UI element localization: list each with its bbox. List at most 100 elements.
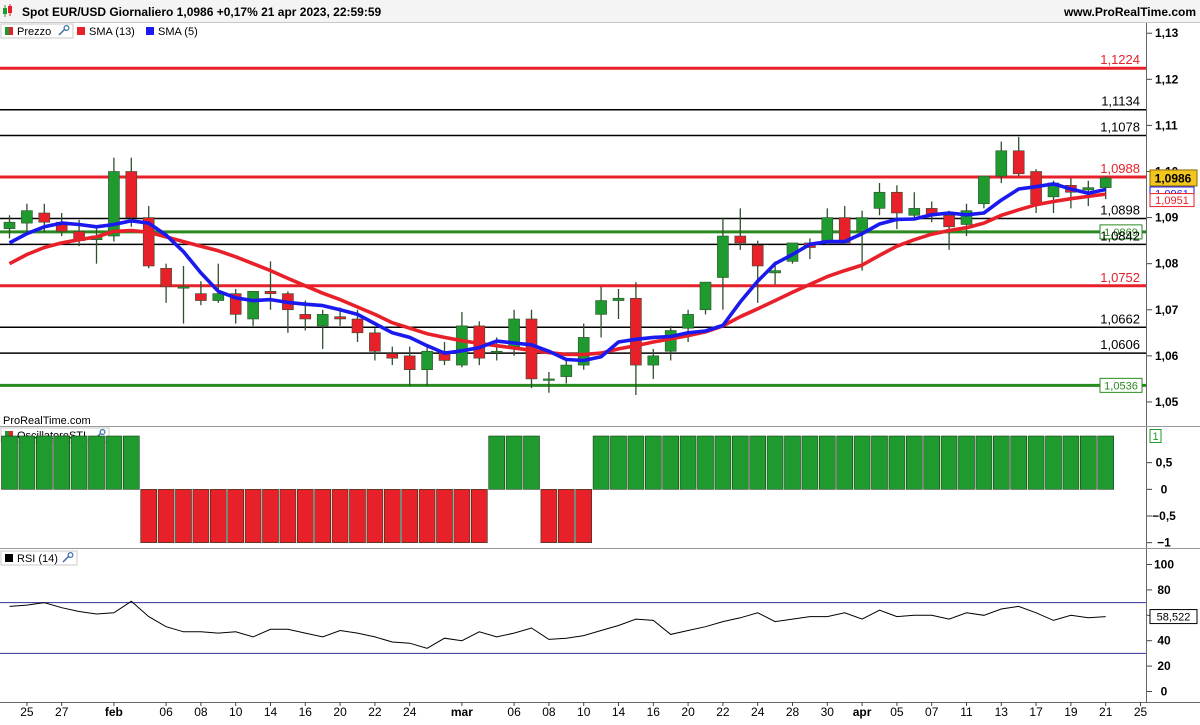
osc-bar-2023-04-06[interactable] [905, 435, 923, 490]
osc-bar-2023-01-26[interactable] [35, 435, 53, 490]
candle-body [647, 355, 660, 366]
osc-bar-2023-03-20[interactable] [679, 435, 697, 490]
candle-body [21, 210, 33, 224]
osc-bar-2023-01-27[interactable] [53, 435, 71, 490]
candle-body [734, 235, 747, 244]
rsi-legend[interactable]: RSI (14) [0, 550, 78, 566]
osc-bar-2023-02-13[interactable] [244, 489, 262, 543]
osc-bar-2023-02-03[interactable] [140, 489, 157, 543]
osc-bar-2023-03-07[interactable] [523, 435, 540, 490]
candle-body [595, 300, 607, 315]
osc-bar-2023-03-28[interactable] [784, 435, 801, 490]
osc-bar-2023-02-17[interactable] [314, 489, 332, 543]
osc-bar-2023-02-24[interactable] [401, 489, 419, 543]
osc-bar-2023-02-02[interactable] [123, 435, 140, 490]
osc-bar-2023-02-23[interactable] [383, 489, 401, 543]
osc-bar-2023-03-10[interactable] [575, 489, 593, 543]
osc-bar-2023-02-20[interactable] [331, 489, 349, 543]
osc-tick-label: −1 [1157, 536, 1171, 550]
osc-bar-2023-03-27[interactable] [766, 435, 784, 490]
osc-bar-2023-02-01[interactable] [105, 435, 123, 490]
osc-bar-2023-03-15[interactable] [627, 435, 645, 490]
osc-bar-2023-02-09[interactable] [210, 489, 227, 543]
x-tick-label: 14 [612, 705, 626, 719]
osc-bar-2023-03-01[interactable] [453, 489, 471, 543]
osc-bar-2023-04-14[interactable] [1010, 435, 1028, 490]
candle-body [3, 221, 16, 229]
x-tick-label: 19 [1064, 705, 1078, 719]
osc-bar-2023-04-21[interactable] [1097, 435, 1114, 490]
x-tick-label: 16 [647, 705, 661, 719]
osc-bar-2023-03-13[interactable] [592, 435, 610, 490]
osc-bar-2023-03-21[interactable] [697, 435, 714, 490]
candle-body [456, 325, 468, 366]
osc-bar-2023-02-21[interactable] [349, 489, 366, 543]
candle-body [369, 332, 381, 352]
candle-body [821, 217, 834, 241]
candle-body [891, 191, 903, 214]
osc-bar-2023-03-09[interactable] [557, 489, 575, 543]
level-label-0: 1,1224 [1100, 52, 1140, 67]
brand-link[interactable]: www.ProRealTime.com [1063, 5, 1196, 19]
osc-bar-2023-03-06[interactable] [505, 435, 523, 490]
x-tick-label: 24 [751, 705, 765, 719]
osc-bar-2023-03-02[interactable] [470, 489, 488, 543]
osc-bar-2023-03-29[interactable] [801, 435, 819, 490]
osc-bar-2023-04-19[interactable] [1062, 435, 1080, 490]
osc-bar-2023-01-24[interactable] [1, 435, 18, 490]
osc-bar-2023-04-13[interactable] [992, 435, 1010, 490]
osc-bar-2023-03-08[interactable] [540, 489, 558, 543]
x-tick-label: 13 [995, 705, 1009, 719]
osc-bar-2023-01-30[interactable] [70, 435, 88, 490]
osc-bar-2023-03-16[interactable] [644, 435, 662, 490]
osc-bar-2023-01-31[interactable] [88, 435, 105, 490]
candle-body [490, 350, 503, 354]
osc-bar-2023-03-17[interactable] [662, 435, 680, 490]
header-bar: Spot EUR/USD Giornaliero 1,0986 +0,17% 2… [0, 0, 1200, 23]
osc-bar-2023-04-20[interactable] [1080, 435, 1097, 490]
candle-2023-03-21[interactable] [699, 281, 712, 315]
x-tick-label: 30 [821, 705, 835, 719]
osc-bar-2023-02-06[interactable] [157, 489, 175, 543]
osc-bar-2023-02-15[interactable] [279, 489, 297, 543]
osc-bar-2023-03-14[interactable] [610, 435, 627, 490]
candle-body [386, 353, 399, 359]
osc-bar-2023-02-16[interactable] [296, 489, 314, 543]
current-price-label: 1,0986 [1155, 171, 1192, 185]
osc-bar-2023-03-30[interactable] [818, 435, 836, 490]
background [0, 0, 1200, 720]
osc-bar-2023-04-17[interactable] [1027, 435, 1045, 490]
osc-bar-2023-02-10[interactable] [227, 489, 244, 543]
legend-sma5-label: SMA (5) [158, 26, 198, 38]
level-label-8: 1,0662 [1100, 311, 1140, 326]
price-tick-label: 1,12 [1155, 72, 1179, 86]
osc-bar-2023-03-31[interactable] [836, 435, 854, 490]
osc-bar-2023-04-10[interactable] [940, 435, 958, 490]
osc-tick-label: 0,5 [1156, 456, 1173, 470]
osc-bar-2023-04-05[interactable] [888, 435, 906, 490]
osc-bar-2023-04-18[interactable] [1045, 435, 1062, 490]
osc-bar-2023-02-07[interactable] [175, 489, 192, 543]
candle-body [856, 217, 868, 232]
osc-bar-2023-02-08[interactable] [192, 489, 210, 543]
osc-bar-2023-04-03[interactable] [853, 435, 871, 490]
candle-body [125, 171, 138, 218]
osc-bar-2023-03-23[interactable] [731, 435, 749, 490]
osc-bar-2023-01-25[interactable] [18, 435, 36, 490]
osc-bar-2023-02-22[interactable] [366, 489, 384, 543]
osc-bar-2023-03-03[interactable] [488, 435, 506, 490]
x-tick-label: 10 [577, 705, 591, 719]
x-tick-label: 17 [1029, 705, 1043, 719]
candle-2023-04-12[interactable] [978, 175, 990, 209]
osc-bar-2023-04-07[interactable] [923, 435, 941, 490]
osc-bar-2023-02-27[interactable] [418, 489, 436, 543]
x-tick-label: 06 [507, 705, 521, 719]
osc-bar-2023-04-12[interactable] [975, 435, 993, 490]
osc-bar-2023-03-22[interactable] [714, 435, 732, 490]
osc-bar-2023-02-14[interactable] [262, 489, 279, 543]
sma13-badge-label: 1,0951 [1155, 195, 1189, 207]
osc-bar-2023-03-24[interactable] [749, 435, 767, 490]
osc-bar-2023-04-04[interactable] [871, 435, 888, 490]
osc-bar-2023-02-28[interactable] [436, 489, 453, 543]
osc-bar-2023-04-11[interactable] [958, 435, 975, 490]
